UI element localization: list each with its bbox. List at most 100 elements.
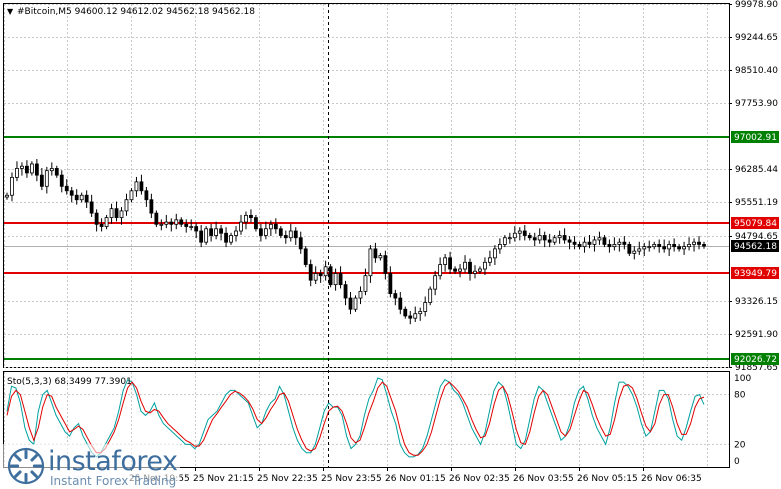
candle-body bbox=[25, 165, 29, 174]
candle-body bbox=[642, 246, 647, 250]
candle-body bbox=[512, 232, 517, 239]
candle-body bbox=[159, 223, 164, 226]
candle-body bbox=[597, 237, 602, 241]
candle-body bbox=[79, 194, 84, 201]
price-tick-label: 95551.19 bbox=[735, 198, 778, 208]
candle-body bbox=[124, 199, 129, 212]
candle-body bbox=[522, 230, 527, 236]
candle-body bbox=[149, 199, 154, 214]
candle-body bbox=[69, 190, 74, 196]
indicator-label: Sto(5,3,3) 68.3499 77.3901 bbox=[7, 377, 132, 387]
candle-body bbox=[582, 241, 587, 248]
candle-body bbox=[483, 261, 487, 270]
price-tick-label: 96285.44 bbox=[735, 165, 778, 175]
watermark-tagline: Instant Forex Trading bbox=[50, 474, 177, 488]
candle-body bbox=[453, 268, 457, 272]
time-tick-label: 26 Nov 06:35 bbox=[641, 474, 702, 484]
candle-body bbox=[567, 239, 572, 243]
candle-body bbox=[607, 244, 612, 248]
time-tick-label: 26 Nov 03:55 bbox=[513, 474, 574, 484]
indicator-level-label: 80 bbox=[734, 391, 746, 401]
candle-body bbox=[244, 214, 248, 223]
instaforex-logo-icon bbox=[7, 447, 45, 485]
candle-body bbox=[293, 230, 298, 239]
candle-body bbox=[239, 221, 243, 232]
candle-body bbox=[39, 174, 44, 187]
candle-body bbox=[164, 221, 169, 225]
candle-body bbox=[557, 235, 562, 239]
candle-body bbox=[497, 244, 502, 250]
candle-body bbox=[254, 217, 258, 230]
candle-body bbox=[458, 268, 462, 272]
candle-body bbox=[682, 246, 686, 250]
candle-body bbox=[54, 168, 59, 176]
candle-body bbox=[383, 255, 388, 274]
candle-body bbox=[388, 273, 393, 294]
candle-body bbox=[204, 228, 209, 243]
candle-body bbox=[408, 315, 413, 319]
trading-chart[interactable]: 99978.90 99244.65 98510.40 97753.90 97002.91… bbox=[0, 0, 781, 489]
candle-body bbox=[423, 302, 428, 312]
candle-body bbox=[517, 230, 522, 234]
candle-body bbox=[298, 237, 303, 250]
current-price-label: 94562.18 bbox=[734, 242, 777, 252]
candle-body bbox=[627, 244, 632, 254]
candle-body bbox=[542, 235, 547, 241]
candle-body bbox=[662, 246, 667, 250]
candle-body bbox=[74, 194, 79, 201]
candle-body bbox=[59, 174, 64, 187]
candle-body bbox=[358, 290, 363, 299]
candle-body bbox=[174, 219, 179, 225]
candle-body bbox=[647, 246, 652, 249]
indicator-level-label: 0 bbox=[734, 457, 740, 467]
candle-body bbox=[328, 266, 333, 286]
candle-body bbox=[139, 181, 144, 192]
candle-body bbox=[667, 244, 672, 250]
candle-body bbox=[89, 201, 94, 214]
candle-body bbox=[34, 163, 39, 176]
candle-body bbox=[702, 244, 706, 247]
candle-body bbox=[602, 237, 607, 245]
candle-body bbox=[259, 228, 263, 236]
candle-body bbox=[547, 239, 552, 243]
candle-body bbox=[353, 297, 358, 310]
price-tick-label: 92591.90 bbox=[735, 330, 778, 340]
candle-body bbox=[20, 165, 24, 169]
candle-body bbox=[637, 248, 642, 252]
candle-body bbox=[537, 235, 542, 241]
price-tick-label: 99978.90 bbox=[735, 0, 778, 10]
candle-body bbox=[438, 264, 443, 277]
time-tick-label: 25 Nov 23:55 bbox=[321, 474, 382, 484]
candle-body bbox=[134, 181, 139, 192]
candle-body bbox=[443, 257, 448, 265]
candle-body bbox=[448, 257, 452, 270]
candle-body bbox=[577, 244, 582, 248]
candle-body bbox=[507, 237, 512, 240]
candle-body bbox=[229, 235, 233, 243]
price-tick-label: 97753.90 bbox=[735, 99, 778, 109]
candle-body bbox=[368, 248, 373, 277]
candle-body bbox=[393, 293, 398, 299]
indicator-level-label: 20 bbox=[734, 440, 746, 450]
candle-body bbox=[5, 194, 9, 198]
candle-body bbox=[612, 244, 617, 248]
candle-body bbox=[617, 241, 622, 245]
candle-body bbox=[114, 208, 119, 219]
candle-body bbox=[29, 163, 34, 174]
time-tick-label: 26 Nov 01:15 bbox=[385, 474, 446, 484]
candle-body bbox=[572, 241, 577, 245]
price-tick-label: 99244.65 bbox=[735, 33, 778, 43]
price-level-label: 92026.72 bbox=[734, 355, 777, 365]
candle-body bbox=[303, 248, 308, 265]
chart-menu-icon[interactable]: ▼ bbox=[7, 7, 14, 16]
candle-body bbox=[64, 185, 69, 192]
candle-body bbox=[373, 248, 378, 259]
candle-body bbox=[632, 250, 637, 254]
price-level-label: 93949.79 bbox=[734, 269, 777, 279]
candle-body bbox=[214, 228, 219, 236]
candle-body bbox=[398, 297, 403, 310]
candle-body bbox=[363, 275, 368, 292]
time-tick-label: 26 Nov 02:35 bbox=[449, 474, 510, 484]
candle-body bbox=[428, 288, 433, 303]
candle-body bbox=[552, 237, 557, 243]
